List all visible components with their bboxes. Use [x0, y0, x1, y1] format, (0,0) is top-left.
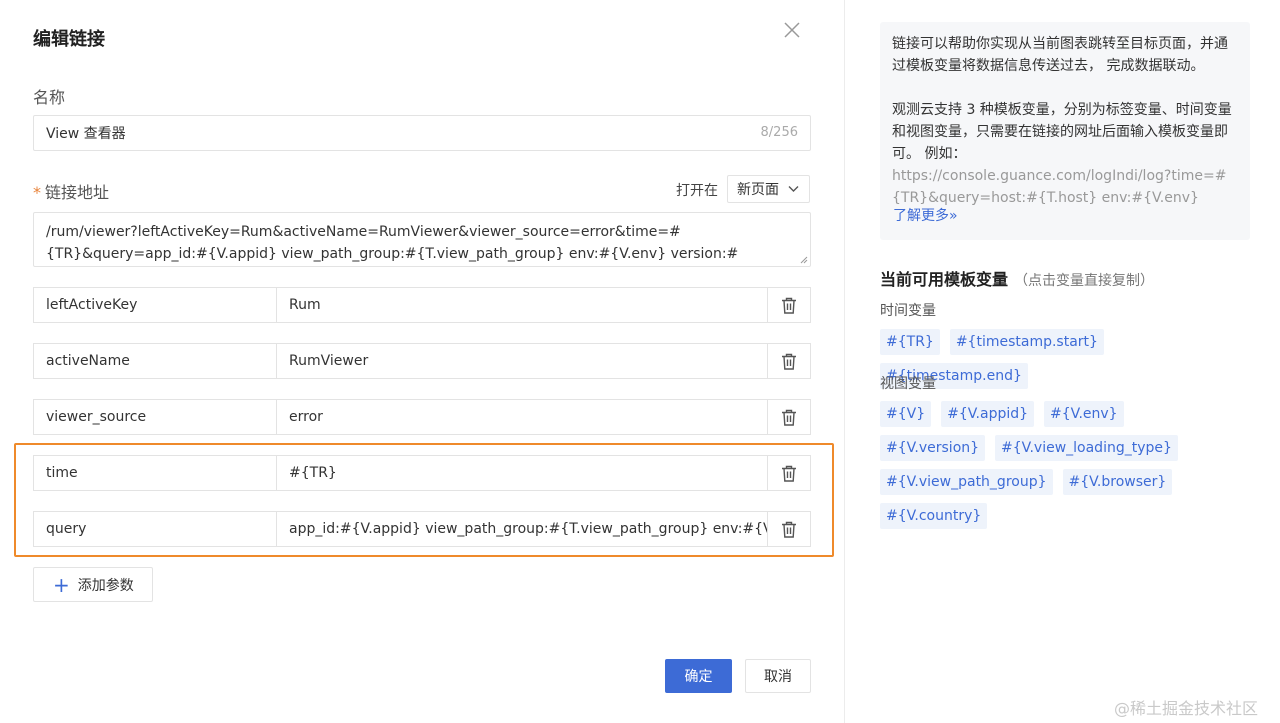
- cancel-button[interactable]: 取消: [745, 659, 811, 693]
- param-key-input[interactable]: leftActiveKey: [33, 287, 277, 323]
- variable-chip[interactable]: #{V.appid}: [941, 401, 1035, 427]
- param-key-input[interactable]: activeName: [33, 343, 277, 379]
- param-value-input[interactable]: error: [277, 399, 768, 435]
- example-url: https://console.guance.com/logIndi/log?t…: [892, 168, 1227, 206]
- variable-chip[interactable]: #{V}: [880, 401, 932, 427]
- add-param-label: 添加参数: [77, 577, 134, 594]
- name-char-counter: 8/256: [760, 125, 798, 140]
- trash-icon: [782, 409, 796, 426]
- watermark: @稀土掘金技术社区: [1114, 699, 1259, 718]
- param-row: viewer_source error: [33, 399, 811, 435]
- variables-title: 当前可用模板变量 （点击变量直接复制）: [880, 266, 1154, 290]
- param-key-input[interactable]: viewer_source: [33, 399, 277, 435]
- open-in-label: 打开在: [676, 183, 718, 199]
- name-label: 名称: [33, 88, 66, 107]
- variable-chip[interactable]: #{V.env}: [1044, 401, 1124, 427]
- variable-chip[interactable]: #{V.browser}: [1062, 469, 1173, 495]
- param-value-input[interactable]: RumViewer: [277, 343, 768, 379]
- variable-chip[interactable]: #{V.view_loading_type}: [995, 435, 1178, 461]
- url-label: * 链接地址: [33, 179, 109, 203]
- trash-icon: [782, 297, 796, 314]
- url-textarea-value: /rum/viewer?leftActiveKey=Rum&activeName…: [46, 224, 739, 262]
- variable-chip[interactable]: #{V.view_path_group}: [880, 469, 1053, 495]
- edit-link-dialog: 编辑链接 名称 View 查看器 8/256 * 链接地址 打开在 新页面 /ru…: [0, 0, 845, 723]
- learn-more-link[interactable]: 了解更多»: [893, 205, 958, 225]
- variables-hint: （点击变量直接复制）: [1014, 273, 1155, 289]
- trash-icon: [782, 353, 796, 370]
- add-param-button[interactable]: + 添加参数: [33, 567, 153, 602]
- open-in-value: 新页面: [737, 182, 779, 198]
- plus-icon: +: [53, 572, 70, 597]
- name-input[interactable]: View 查看器 8/256: [33, 115, 811, 151]
- url-label-text: 链接地址: [45, 183, 110, 202]
- param-value-input[interactable]: Rum: [277, 287, 768, 323]
- time-variables-label: 时间变量: [880, 303, 936, 319]
- dialog-title: 编辑链接: [33, 29, 105, 50]
- resize-handle-icon[interactable]: [800, 256, 808, 264]
- variable-chip[interactable]: #{timestamp.start}: [949, 329, 1104, 355]
- variable-chip[interactable]: #{V.country}: [880, 503, 988, 529]
- close-icon[interactable]: [782, 20, 802, 40]
- variables-title-text: 当前可用模板变量: [880, 270, 1009, 289]
- view-variables-list: #{V} #{V.appid} #{V.env} #{V.version} #{…: [880, 401, 1240, 537]
- variable-chip[interactable]: #{TR}: [880, 329, 940, 355]
- chevron-down-icon: [788, 186, 799, 192]
- param-row: leftActiveKey Rum: [33, 287, 811, 323]
- delete-param-button[interactable]: [767, 399, 811, 435]
- param-row: activeName RumViewer: [33, 343, 811, 379]
- url-textarea[interactable]: /rum/viewer?leftActiveKey=Rum&activeName…: [33, 212, 811, 267]
- delete-param-button[interactable]: [767, 287, 811, 323]
- help-paragraph: 链接可以帮助你实现从当前图表跳转至目标页面，并通过模板变量将数据信息传送过去， …: [892, 36, 1228, 74]
- name-input-value: View 查看器: [46, 126, 126, 142]
- confirm-button[interactable]: 确定: [665, 659, 732, 693]
- required-asterisk: *: [33, 183, 41, 202]
- variable-chip[interactable]: #{V.version}: [880, 435, 986, 461]
- highlight-box: [14, 443, 834, 557]
- help-text: 观测云支持 3 种模板变量，分别为标签变量、时间变量和视图变量，只需要在链接的网…: [892, 102, 1232, 162]
- view-variables-label: 视图变量: [880, 376, 936, 392]
- help-paragraph: 观测云支持 3 种模板变量，分别为标签变量、时间变量和视图变量，只需要在链接的网…: [892, 99, 1238, 209]
- open-in-select[interactable]: 新页面: [727, 175, 810, 203]
- delete-param-button[interactable]: [767, 343, 811, 379]
